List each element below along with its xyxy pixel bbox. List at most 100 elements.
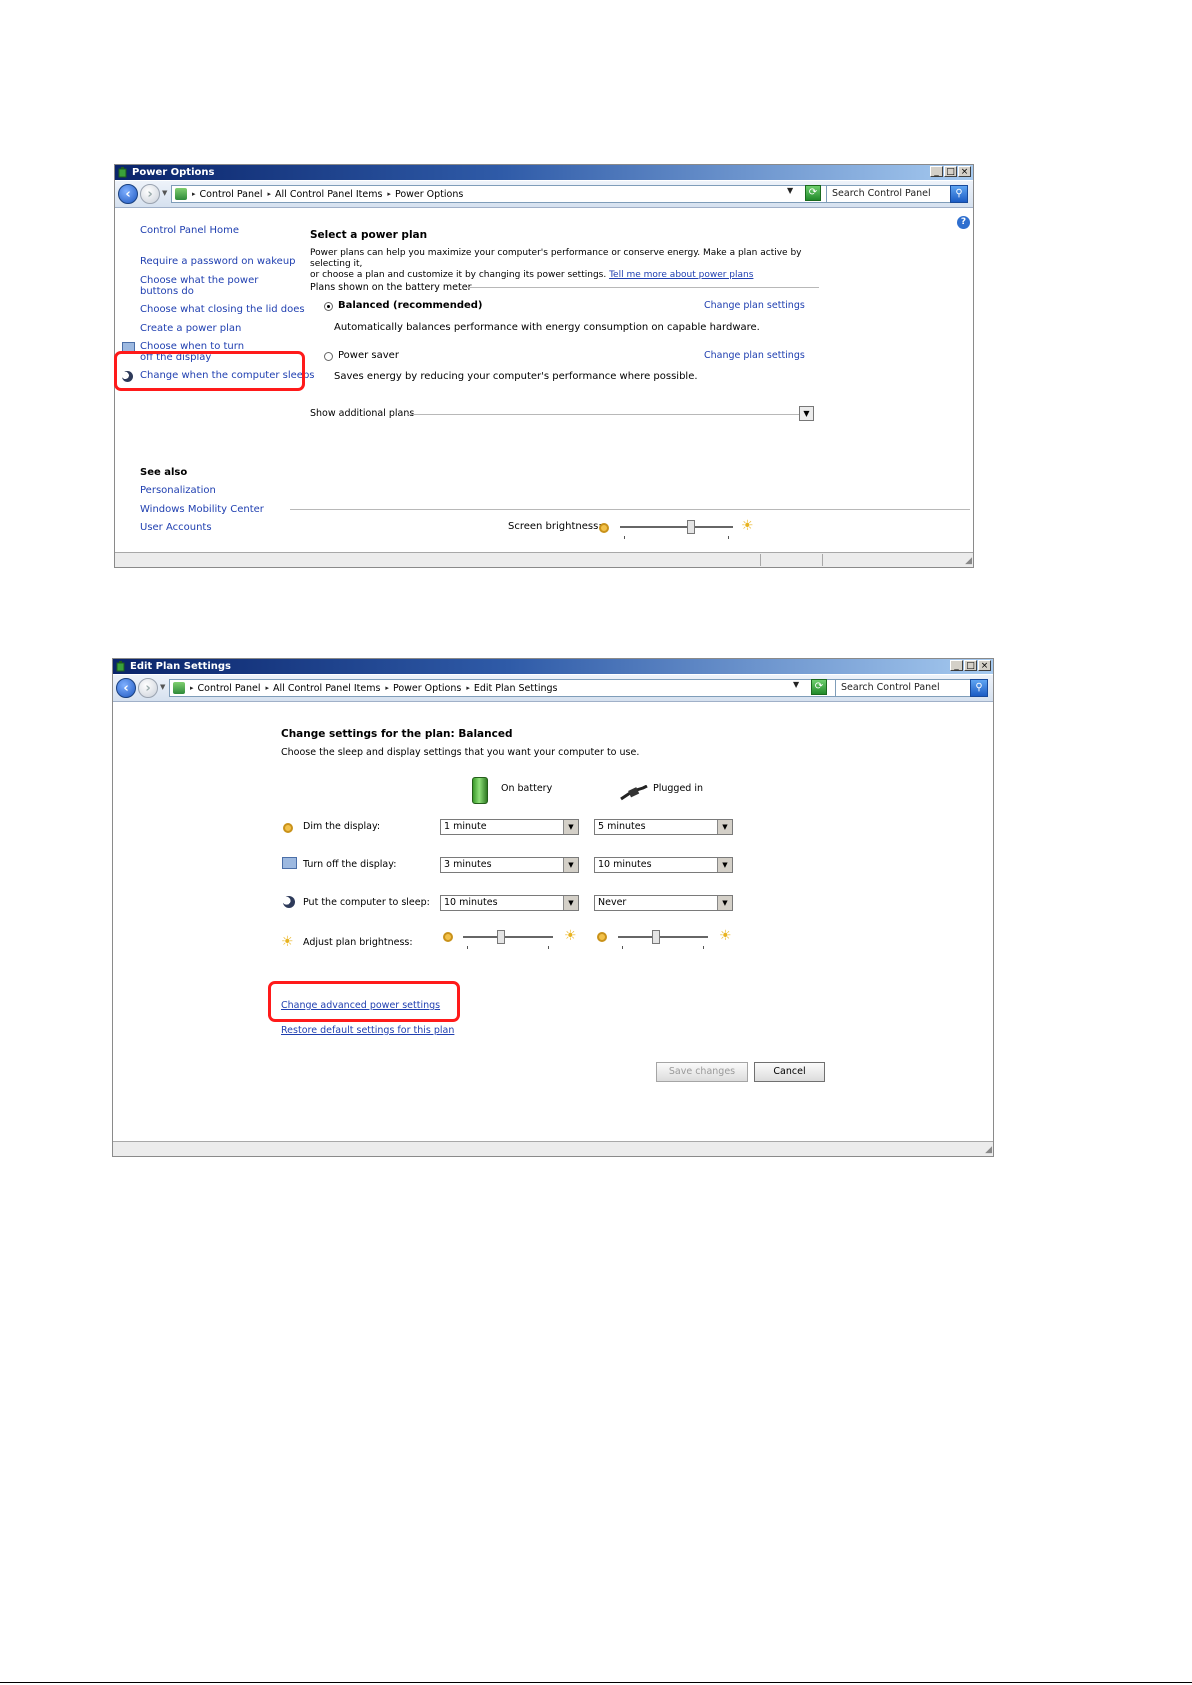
turn-off-display-plugged-select[interactable]: 10 minutes ▼ <box>594 857 733 873</box>
resize-grip-icon[interactable]: ◢ <box>985 1146 992 1155</box>
window-title: Power Options <box>132 167 215 178</box>
sleep-battery-value: 10 minutes <box>444 897 498 908</box>
address-dropdown-icon[interactable]: ▼ <box>787 186 793 195</box>
control-panel-icon <box>173 682 185 694</box>
breadcrumb-power-options[interactable]: Power Options <box>395 189 463 200</box>
edit-plan-settings-window: Edit Plan Settings _ □ × ‹ › ▼ ▸ Control… <box>112 658 994 1157</box>
maximize-button[interactable]: □ <box>944 166 957 177</box>
plan-power-saver-radio[interactable] <box>324 352 333 361</box>
dim-display-battery-value: 1 minute <box>444 821 487 832</box>
breadcrumb-all-items[interactable]: All Control Panel Items <box>275 189 382 200</box>
see-also-mobility-center[interactable]: Windows Mobility Center <box>140 504 264 515</box>
intro-line-2: or choose a plan and customize it by cha… <box>310 270 607 280</box>
control-panel-icon <box>175 188 187 200</box>
plugged-brightness-thumb[interactable] <box>652 930 660 944</box>
power-plug-icon <box>619 784 649 804</box>
refresh-icon[interactable]: ⟳ <box>811 679 827 695</box>
turn-off-display-battery-select[interactable]: 3 minutes ▼ <box>440 857 579 873</box>
breadcrumb-separator-icon[interactable]: ▸ <box>192 190 196 198</box>
sidebar-item-password-wakeup[interactable]: Require a password on wakeup <box>140 256 296 267</box>
chevron-down-icon[interactable]: ▼ <box>717 896 732 910</box>
battery-brightness-slider[interactable] <box>463 930 553 950</box>
balanced-change-settings-link[interactable]: Change plan settings <box>704 300 805 311</box>
recent-pages-dropdown-icon[interactable]: ▼ <box>162 189 167 197</box>
page-title: Change settings for the plan: Balanced <box>281 728 513 740</box>
expand-chevron-down-icon[interactable]: ▼ <box>799 406 814 421</box>
search-icon[interactable]: ⚲ <box>970 679 988 697</box>
title-bar[interactable]: Power Options _ □ × <box>115 165 973 180</box>
dim-display-plugged-select[interactable]: 5 minutes ▼ <box>594 819 733 835</box>
turn-off-display-plugged-value: 10 minutes <box>598 859 652 870</box>
brightness-bright-icon: ☀ <box>741 518 754 534</box>
breadcrumb-separator-icon[interactable]: ▸ <box>268 190 272 198</box>
breadcrumb-edit-plan-settings[interactable]: Edit Plan Settings <box>474 683 558 694</box>
chevron-down-icon[interactable]: ▼ <box>563 820 578 834</box>
minimize-button[interactable]: _ <box>930 166 943 177</box>
search-input[interactable]: Search Control Panel <box>835 679 970 697</box>
forward-arrow-icon[interactable]: › <box>140 184 160 204</box>
breadcrumb-separator-icon[interactable]: ▸ <box>266 684 270 692</box>
plan-balanced-label[interactable]: Balanced (recommended) <box>338 300 483 311</box>
show-additional-plans-label[interactable]: Show additional plans <box>310 408 414 419</box>
power-options-icon <box>116 661 127 672</box>
restore-defaults-link[interactable]: Restore default settings for this plan <box>281 1025 454 1036</box>
forward-arrow-icon[interactable]: › <box>138 678 158 698</box>
maximize-button[interactable]: □ <box>964 660 977 671</box>
plugged-brightness-slider[interactable] <box>618 930 708 950</box>
sleep-battery-select[interactable]: 10 minutes ▼ <box>440 895 579 911</box>
search-icon[interactable]: ⚲ <box>950 185 968 203</box>
minimize-button[interactable]: _ <box>950 660 963 671</box>
sidebar-home-link[interactable]: Control Panel Home <box>140 225 239 236</box>
breadcrumb-power-options[interactable]: Power Options <box>393 683 461 694</box>
see-also-personalization[interactable]: Personalization <box>140 485 216 496</box>
power-saver-change-settings-link[interactable]: Change plan settings <box>704 350 805 361</box>
dim-display-label: Dim the display: <box>303 821 381 832</box>
sleep-plugged-select[interactable]: Never ▼ <box>594 895 733 911</box>
help-icon[interactable]: ? <box>957 216 970 229</box>
sleep-label: Put the computer to sleep: <box>303 897 430 908</box>
breadcrumb-separator-icon[interactable]: ▸ <box>385 684 389 692</box>
breadcrumb-control-panel[interactable]: Control Panel <box>198 683 261 694</box>
breadcrumb-control-panel[interactable]: Control Panel <box>200 189 263 200</box>
brightness-dim-icon <box>599 523 609 533</box>
chevron-down-icon[interactable]: ▼ <box>563 896 578 910</box>
sidebar-item-create-plan[interactable]: Create a power plan <box>140 323 241 334</box>
cancel-button[interactable]: Cancel <box>754 1062 825 1082</box>
battery-brightness-thumb[interactable] <box>497 930 505 944</box>
breadcrumb-separator-icon[interactable]: ▸ <box>466 684 470 692</box>
brightness-divider <box>290 509 970 510</box>
see-also-user-accounts[interactable]: User Accounts <box>140 522 212 533</box>
chevron-down-icon[interactable]: ▼ <box>717 858 732 872</box>
turn-off-display-battery-value: 3 minutes <box>444 859 492 870</box>
breadcrumb-separator-icon[interactable]: ▸ <box>387 190 391 198</box>
address-dropdown-icon[interactable]: ▼ <box>793 680 799 689</box>
address-bar[interactable]: ▸ Control Panel ▸ All Control Panel Item… <box>171 185 851 203</box>
breadcrumb-separator-icon[interactable]: ▸ <box>190 684 194 692</box>
refresh-icon[interactable]: ⟳ <box>805 185 821 201</box>
screen-brightness-label: Screen brightness: <box>508 521 602 532</box>
chevron-down-icon[interactable]: ▼ <box>717 820 732 834</box>
sidebar-item-power-buttons[interactable]: Choose what the power buttons do <box>140 275 280 297</box>
breadcrumb-all-items[interactable]: All Control Panel Items <box>273 683 380 694</box>
plan-power-saver-label[interactable]: Power saver <box>338 350 399 361</box>
plugged-brightness-dim-icon <box>597 932 607 942</box>
back-arrow-icon[interactable]: ‹ <box>116 678 136 698</box>
screen-brightness-slider[interactable] <box>620 520 733 540</box>
close-button[interactable]: × <box>958 166 971 177</box>
brightness-slider-thumb[interactable] <box>687 520 695 534</box>
plans-group-label: Plans shown on the battery meter <box>310 282 472 293</box>
recent-pages-dropdown-icon[interactable]: ▼ <box>160 683 165 691</box>
plan-balanced-radio[interactable] <box>324 302 333 311</box>
sidebar-item-lid-closing[interactable]: Choose what closing the lid does <box>140 304 305 315</box>
dim-display-battery-select[interactable]: 1 minute ▼ <box>440 819 579 835</box>
back-arrow-icon[interactable]: ‹ <box>118 184 138 204</box>
close-button[interactable]: × <box>978 660 991 671</box>
tell-me-more-link[interactable]: Tell me more about power plans <box>609 270 753 280</box>
save-changes-button[interactable]: Save changes <box>656 1062 748 1082</box>
resize-grip-icon[interactable]: ◢ <box>965 557 972 566</box>
plugged-brightness-bright-icon: ☀ <box>719 928 732 944</box>
title-bar[interactable]: Edit Plan Settings _ □ × <box>113 659 993 674</box>
chevron-down-icon[interactable]: ▼ <box>563 858 578 872</box>
address-bar[interactable]: ▸ Control Panel ▸ All Control Panel Item… <box>169 679 869 697</box>
search-input[interactable]: Search Control Panel <box>826 185 950 203</box>
